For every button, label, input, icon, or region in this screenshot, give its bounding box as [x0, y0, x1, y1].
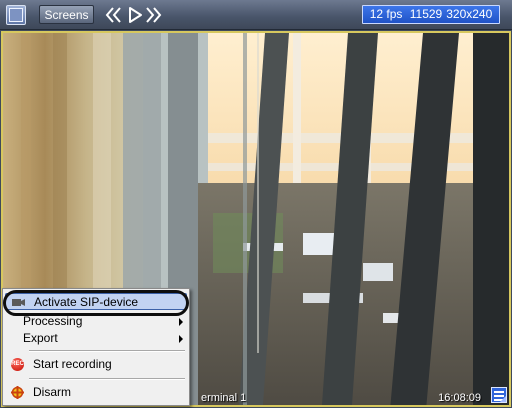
stream-stats: 12 fps 11529 320x240	[362, 5, 500, 24]
menu-separator	[29, 350, 185, 352]
play-icon[interactable]	[126, 6, 144, 24]
record-icon: REC	[11, 358, 24, 371]
fps-value: 12 fps	[369, 7, 403, 21]
screens-button[interactable]: Screens	[39, 5, 94, 24]
menu-item-export[interactable]: Export	[5, 330, 187, 347]
submenu-arrow-icon	[179, 318, 183, 326]
top-toolbar: Screens 12 fps 11529 320x240	[0, 0, 512, 30]
menu-item-label: Activate SIP-device	[34, 295, 139, 309]
fast-forward-icon[interactable]	[145, 6, 163, 24]
disarm-icon	[11, 386, 24, 399]
rewind-icon[interactable]	[104, 6, 122, 24]
menu-item-label: Start recording	[33, 357, 112, 371]
menu-item-disarm[interactable]: Disarm	[5, 384, 187, 401]
menu-item-activate-sip-device[interactable]: Activate SIP-device	[5, 293, 187, 310]
resolution-value: 320x240	[446, 7, 493, 21]
menu-item-processing[interactable]: Processing	[5, 313, 187, 330]
layout-grid-icon[interactable]	[6, 5, 26, 25]
camera-menu-icon[interactable]	[491, 387, 507, 403]
camera-label: erminal 1	[201, 392, 247, 404]
submenu-arrow-icon	[179, 335, 183, 343]
video-timestamp: 16:08:09	[438, 392, 481, 404]
frame-counter: 11529	[409, 7, 443, 21]
menu-item-start-recording[interactable]: REC Start recording	[5, 356, 187, 373]
menu-item-label: Processing	[23, 314, 83, 328]
menu-item-label: Disarm	[33, 385, 71, 399]
context-menu: Activate SIP-device Processing Export RE…	[2, 288, 190, 406]
camera-icon	[12, 299, 25, 306]
menu-separator	[29, 378, 185, 380]
menu-item-label: Export	[23, 331, 58, 345]
